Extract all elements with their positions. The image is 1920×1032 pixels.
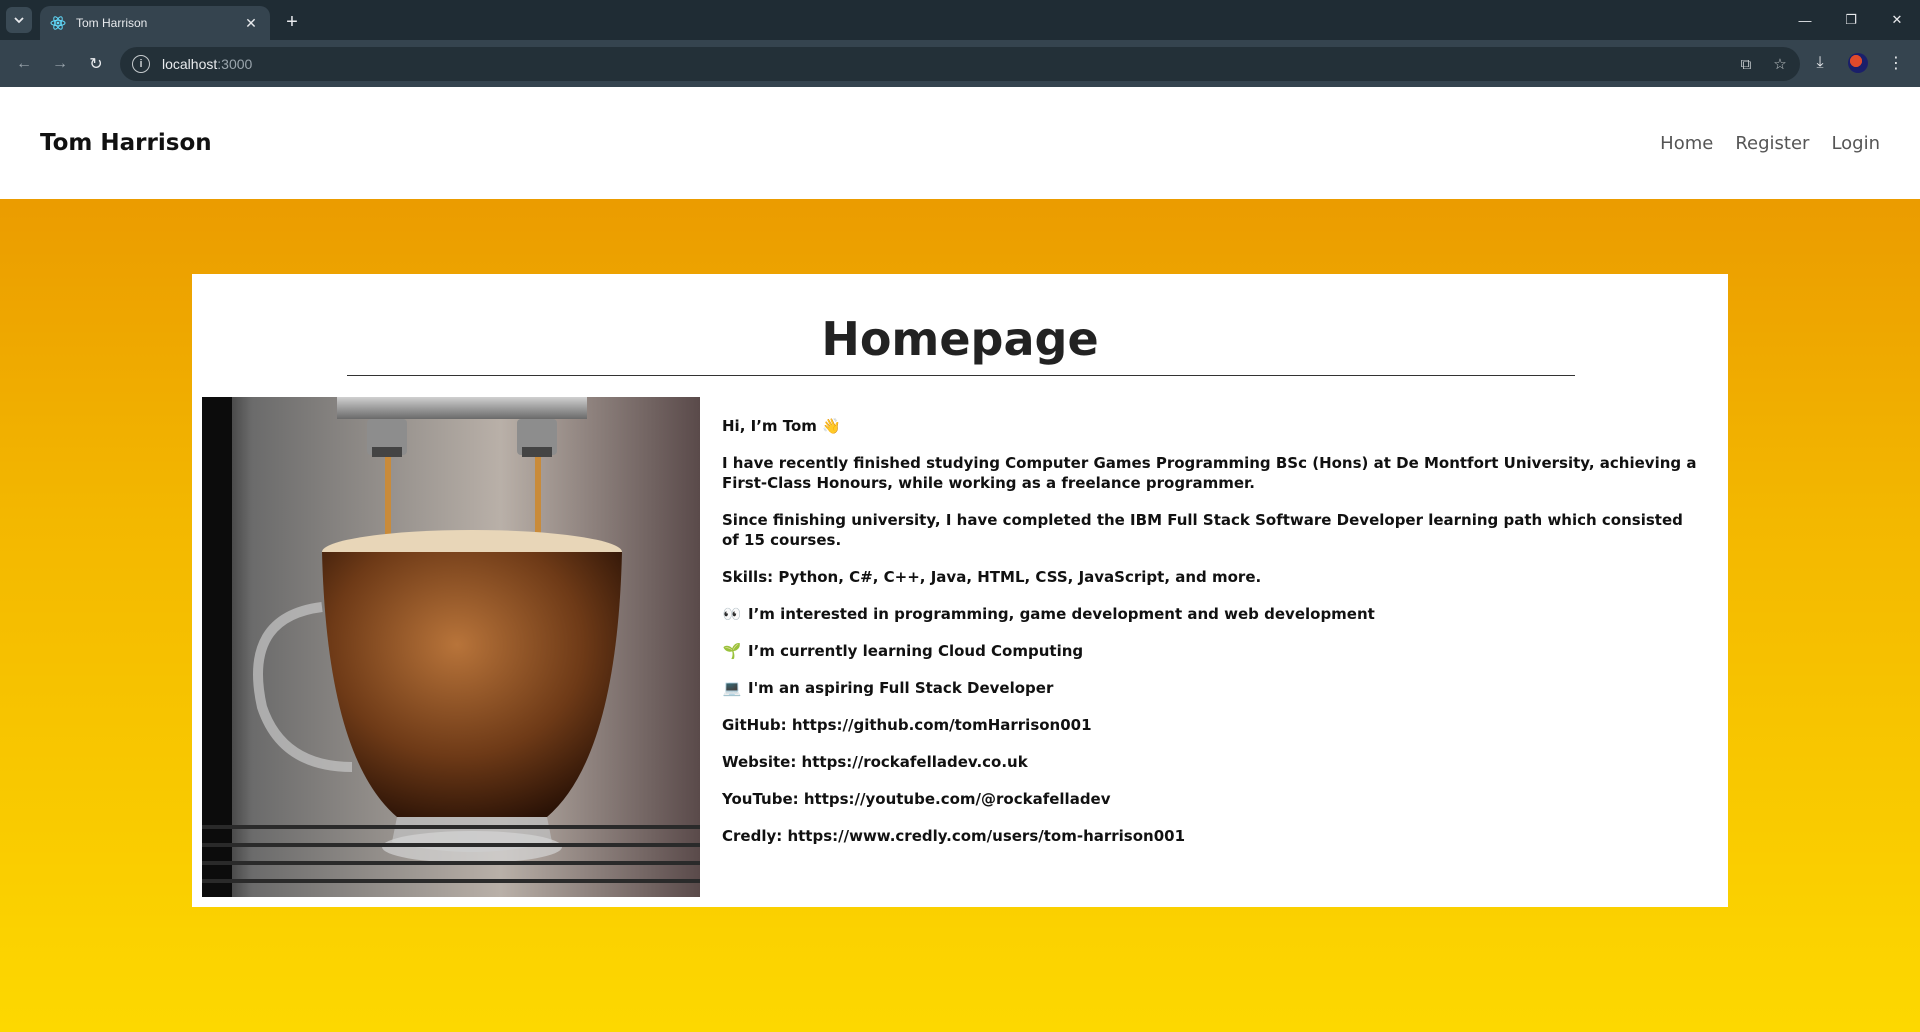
page-background: Tom Harrison Home Register Login Homepag… bbox=[0, 87, 1920, 1032]
site-info-icon[interactable]: i bbox=[132, 55, 150, 73]
nav-links: Home Register Login bbox=[1660, 133, 1880, 154]
eyes-icon: 👀 bbox=[722, 605, 742, 623]
react-icon bbox=[50, 15, 66, 31]
seedling-icon: 🌱 bbox=[722, 642, 742, 660]
page-title: Homepage bbox=[821, 312, 1099, 366]
forward-arrow-icon[interactable]: → bbox=[44, 48, 76, 80]
laptop-icon: 💻 bbox=[722, 679, 742, 697]
intro-text: Hi, I’m Tom 👋 I have recently finished s… bbox=[722, 416, 1702, 863]
nav-link-register[interactable]: Register bbox=[1735, 133, 1809, 154]
homepage-card: Homepage Hi, I’m Tom 👋 I have recently f… bbox=[192, 274, 1728, 907]
url-host: localhost bbox=[162, 56, 218, 72]
browser-tab[interactable]: Tom Harrison ✕ bbox=[40, 6, 270, 40]
coffee-image bbox=[202, 397, 700, 897]
back-arrow-icon[interactable]: ← bbox=[8, 48, 40, 80]
window-controls: — ❐ ✕ bbox=[1782, 0, 1920, 40]
install-app-icon[interactable]: ⧉ bbox=[1736, 54, 1756, 74]
link-github[interactable]: GitHub: https://github.com/tomHarrison00… bbox=[722, 715, 1702, 735]
address-bar[interactable]: i localhost :3000 ⧉ ☆ bbox=[120, 47, 1800, 81]
chevron-down-icon bbox=[14, 17, 24, 24]
intro-ibm: Since finishing university, I have compl… bbox=[722, 511, 1683, 549]
link-credly[interactable]: Credly: https://www.credly.com/users/tom… bbox=[722, 826, 1702, 846]
intro-interests: 👀 I’m interested in programming, game dev… bbox=[722, 605, 1375, 623]
site-navbar: Tom Harrison Home Register Login bbox=[0, 87, 1920, 199]
close-window-icon[interactable]: ✕ bbox=[1874, 0, 1920, 40]
bookmark-star-icon[interactable]: ☆ bbox=[1770, 54, 1790, 74]
intro-skills: Skills: Python, C#, C++, Java, HTML, CSS… bbox=[722, 568, 1262, 586]
tab-search-button[interactable] bbox=[6, 7, 32, 33]
reload-icon[interactable]: ↻ bbox=[80, 48, 112, 80]
download-icon[interactable]: ⤓ bbox=[1804, 47, 1836, 79]
tab-title: Tom Harrison bbox=[76, 16, 148, 30]
nav-link-login[interactable]: Login bbox=[1831, 133, 1880, 154]
close-tab-icon[interactable]: ✕ bbox=[242, 14, 260, 32]
kebab-menu-icon[interactable]: ⋮ bbox=[1880, 47, 1912, 79]
minimize-icon[interactable]: — bbox=[1782, 0, 1828, 40]
profile-avatar[interactable] bbox=[1842, 47, 1874, 79]
url-port: :3000 bbox=[217, 56, 253, 72]
nav-link-home[interactable]: Home bbox=[1660, 133, 1713, 154]
intro-education: I have recently finished studying Comput… bbox=[722, 454, 1697, 492]
browser-tab-bar: Tom Harrison ✕ + — ❐ ✕ bbox=[0, 0, 1920, 40]
site-brand[interactable]: Tom Harrison bbox=[40, 130, 212, 156]
intro-aspiration: 💻 I'm an aspiring Full Stack Developer bbox=[722, 679, 1054, 697]
new-tab-button[interactable]: + bbox=[280, 10, 304, 34]
link-website[interactable]: Website: https://rockafelladev.co.uk bbox=[722, 752, 1702, 772]
restore-icon[interactable]: ❐ bbox=[1828, 0, 1874, 40]
link-youtube[interactable]: YouTube: https://youtube.com/@rockafella… bbox=[722, 789, 1702, 809]
title-divider bbox=[347, 375, 1575, 376]
intro-learning: 🌱 I’m currently learning Cloud Computing bbox=[722, 642, 1084, 660]
intro-greeting: Hi, I’m Tom 👋 bbox=[722, 417, 841, 435]
browser-toolbar: ← → ↻ i localhost :3000 ⧉ ☆ ⤓ ⋮ bbox=[0, 40, 1920, 87]
